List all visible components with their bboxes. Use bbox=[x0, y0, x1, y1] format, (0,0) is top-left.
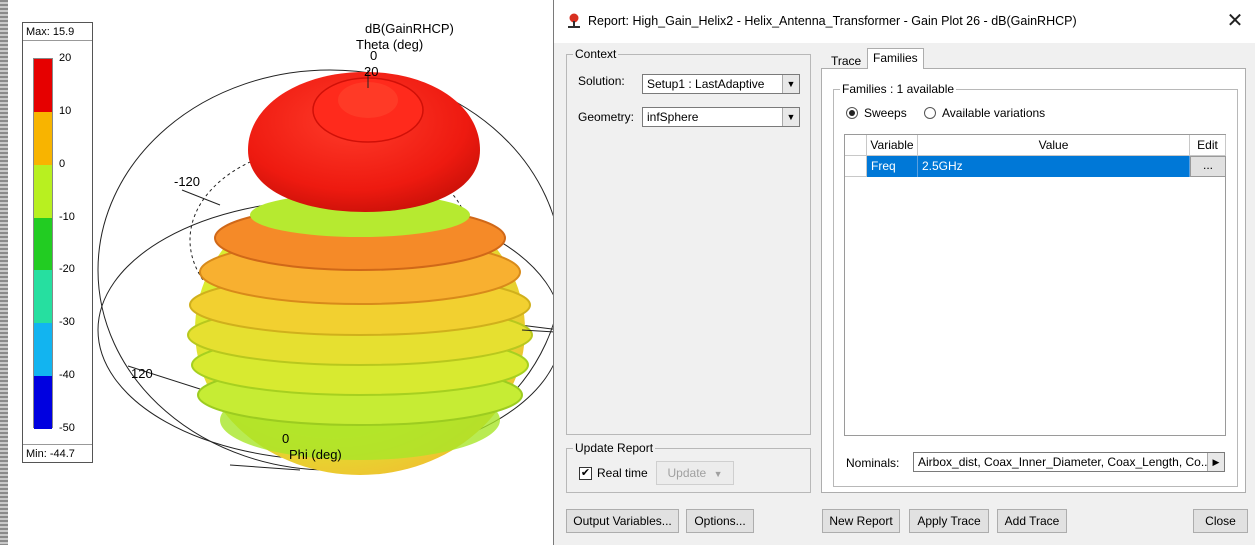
nominals-field[interactable]: Airbox_dist, Coax_Inner_Diameter, Coax_L… bbox=[913, 452, 1225, 472]
legend-band bbox=[34, 323, 52, 377]
legend-band bbox=[34, 217, 52, 271]
close-icon[interactable]: ✕ bbox=[1222, 8, 1248, 34]
realtime-checkbox[interactable]: ✔ bbox=[579, 467, 592, 480]
legend-tick-label: -10 bbox=[59, 210, 75, 223]
solution-label: Solution: bbox=[578, 74, 625, 88]
update-button[interactable]: Update ▼ bbox=[656, 461, 734, 485]
plot-title: dB(GainRHCP) bbox=[365, 21, 454, 36]
sweeps-label: Sweeps bbox=[864, 106, 907, 120]
plot-area[interactable]: dB(GainRHCP) Theta (deg) 0 20 -120 120 0… bbox=[0, 0, 560, 545]
geometry-select[interactable]: infSphere ▼ bbox=[642, 107, 800, 127]
gain-pattern-body bbox=[187, 72, 533, 475]
families-group-label: Families : 1 available bbox=[840, 82, 957, 96]
legend-band bbox=[34, 164, 52, 219]
title-bar[interactable]: Report: High_Gain_Helix2 - Helix_Antenna… bbox=[554, 0, 1255, 43]
chevron-down-icon[interactable]: ▼ bbox=[782, 108, 799, 126]
add-trace-button[interactable]: Add Trace bbox=[997, 509, 1067, 533]
options-button[interactable]: Options... bbox=[686, 509, 754, 533]
legend-tick-label: -20 bbox=[59, 263, 75, 276]
report-dialog: Report: High_Gain_Helix2 - Helix_Antenna… bbox=[553, 0, 1255, 545]
window-title: Report: High_Gain_Helix2 - Helix_Antenna… bbox=[588, 14, 1077, 28]
column-header-edit[interactable]: Edit bbox=[1190, 135, 1226, 156]
theta-axis-label: Theta (deg) bbox=[356, 37, 423, 52]
row-header[interactable] bbox=[845, 156, 867, 177]
update-button-label: Update bbox=[667, 466, 707, 480]
legend-band bbox=[34, 376, 52, 430]
update-report-label: Update Report bbox=[573, 441, 656, 455]
available-variations-label: Available variations bbox=[942, 106, 1046, 120]
solution-select[interactable]: Setup1 : LastAdaptive ▼ bbox=[642, 74, 800, 94]
legend-band bbox=[34, 111, 52, 166]
nominals-value: Airbox_dist, Coax_Inner_Diameter, Coax_L… bbox=[918, 455, 1211, 469]
legend-tick-label: 0 bbox=[59, 157, 66, 170]
phi-axis-label: Phi (deg) bbox=[289, 447, 342, 462]
chevron-down-icon[interactable]: ▼ bbox=[782, 75, 799, 93]
grid-corner-header bbox=[845, 135, 867, 156]
output-variables-button[interactable]: Output Variables... bbox=[566, 509, 679, 533]
legend-color-bar bbox=[33, 58, 53, 430]
legend-tick-label: 20 bbox=[59, 52, 72, 64]
close-button[interactable]: Close bbox=[1193, 509, 1248, 533]
legend-band bbox=[34, 59, 52, 113]
tick-20: 20 bbox=[364, 64, 378, 79]
legend-tick-label: -40 bbox=[59, 369, 75, 382]
geometry-select-value: infSphere bbox=[647, 110, 699, 124]
tab-families[interactable]: Families bbox=[867, 48, 924, 69]
report-app-icon bbox=[568, 13, 580, 28]
row-edit-cell[interactable]: ... bbox=[1190, 156, 1226, 177]
legend-band bbox=[34, 270, 52, 324]
sweeps-radio[interactable] bbox=[846, 107, 858, 119]
column-header-variable[interactable]: Variable bbox=[867, 135, 918, 156]
tick-phi-zero: 0 bbox=[282, 431, 289, 446]
tick-neg120: -120 bbox=[174, 174, 200, 189]
realtime-label: Real time bbox=[597, 466, 648, 480]
legend-tick-label: 10 bbox=[59, 104, 72, 117]
solution-select-value: Setup1 : LastAdaptive bbox=[647, 77, 765, 91]
chevron-right-icon[interactable]: ▶ bbox=[1207, 453, 1224, 471]
chevron-down-icon: ▼ bbox=[713, 469, 723, 479]
ellipsis-button[interactable]: ... bbox=[1203, 158, 1213, 172]
nominals-label: Nominals: bbox=[846, 456, 900, 470]
row-value-cell[interactable]: 2.5GHz bbox=[918, 156, 1190, 177]
legend-min: Min: -44.7 bbox=[23, 444, 92, 462]
color-legend: Max: 15.9 20 10 0 -10 -20 -30 -40 -50 Min: -44.… bbox=[22, 22, 93, 463]
geometry-label: Geometry: bbox=[578, 110, 635, 124]
legend-tick-label: -50 bbox=[59, 422, 75, 434]
column-header-value[interactable]: Value bbox=[918, 135, 1190, 156]
tick-theta-zero: 0 bbox=[370, 48, 377, 63]
row-variable-cell[interactable]: Freq bbox=[867, 156, 918, 177]
new-report-button[interactable]: New Report bbox=[822, 509, 900, 533]
legend-max: Max: 15.9 bbox=[23, 23, 92, 41]
apply-trace-button[interactable]: Apply Trace bbox=[909, 509, 989, 533]
families-grid[interactable]: Variable Value Edit Freq 2.5GHz ... bbox=[844, 134, 1226, 436]
tick-120: 120 bbox=[131, 366, 153, 381]
context-group-label: Context bbox=[573, 47, 619, 61]
available-variations-radio[interactable] bbox=[924, 107, 936, 119]
legend-tick-label: -30 bbox=[59, 316, 75, 329]
